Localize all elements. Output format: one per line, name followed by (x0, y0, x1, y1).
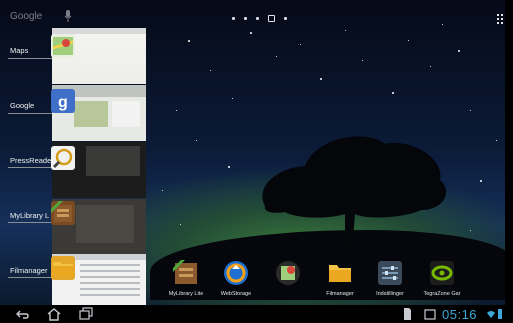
dock-app-label: WebStorage (220, 291, 252, 297)
page-indicator (232, 15, 287, 22)
recent-app-label: PressReader (10, 156, 54, 165)
recent-app-label: Google (10, 101, 35, 110)
dock: MyLibrary Lite WebStorage Filmanager Ind… (160, 260, 490, 306)
page-dot[interactable] (244, 17, 247, 20)
recent-app-label: Filmanager (10, 266, 48, 275)
home-icon[interactable] (46, 307, 62, 321)
webstorage-icon (223, 260, 249, 286)
maps-icon (51, 34, 75, 58)
dock-app-label: TegraZone Gar (423, 291, 461, 297)
pressreader-icon (51, 146, 75, 170)
battery-icon (498, 309, 502, 319)
page-dot[interactable] (284, 17, 287, 20)
dock-app-filmanager[interactable]: Filmanager (314, 260, 366, 297)
divider (8, 167, 54, 168)
recent-app-label: MyLibrary L (10, 211, 50, 220)
navigation-bar: 05:16 (0, 305, 505, 323)
screenshot-icon (424, 309, 436, 320)
settings-icon (377, 260, 403, 286)
recent-app-filmanager[interactable]: Filmanager (0, 254, 148, 311)
tree-silhouette (262, 136, 447, 248)
sd-card-icon (404, 308, 411, 320)
nvidia-icon (429, 260, 455, 286)
mylibrary-icon (173, 260, 199, 286)
recent-apps-icon[interactable] (78, 307, 94, 321)
divider (8, 58, 54, 59)
svg-text:g: g (58, 94, 68, 111)
dock-app-settings[interactable]: Indstillinger (364, 260, 416, 297)
dock-app-webstorage[interactable]: WebStorage (210, 260, 262, 297)
dock-app-label: MyLibrary Lite (168, 291, 204, 297)
recent-app-mylibrary[interactable]: MyLibrary L (0, 199, 148, 256)
maps-icon (275, 260, 301, 286)
dock-app-label: Filmanager (326, 291, 354, 297)
recent-app-pressreader[interactable]: PressReader (0, 142, 148, 199)
divider (8, 113, 54, 114)
folder-icon (327, 260, 353, 286)
page-dot[interactable] (232, 17, 235, 20)
wifi-icon (487, 311, 495, 318)
divider (8, 222, 54, 223)
recent-apps-panel: Maps Google g PressReader MyLibrary L Fi… (0, 0, 148, 310)
page-dot-active[interactable] (268, 15, 275, 22)
divider (8, 277, 54, 278)
dock-app-tegrazone[interactable]: TegraZone Gar (416, 260, 468, 297)
recent-app-google[interactable]: Google g (0, 85, 148, 142)
folder-icon (51, 256, 75, 280)
status-clock: 05:16 (442, 307, 478, 322)
recent-app-maps[interactable]: Maps (0, 28, 148, 85)
google-search-icon: g (51, 89, 75, 113)
home-screen: Google Maps Google g PressReader MyLibra… (0, 0, 505, 323)
all-apps-icon[interactable] (497, 14, 505, 24)
mylibrary-icon (51, 201, 75, 225)
dock-app-maps[interactable] (262, 260, 314, 291)
page-dot[interactable] (256, 17, 259, 20)
back-icon[interactable] (14, 307, 30, 321)
recent-app-label: Maps (10, 46, 29, 55)
dock-app-mylibrary[interactable]: MyLibrary Lite (160, 260, 212, 297)
dock-app-label: Indstillinger (376, 291, 404, 297)
